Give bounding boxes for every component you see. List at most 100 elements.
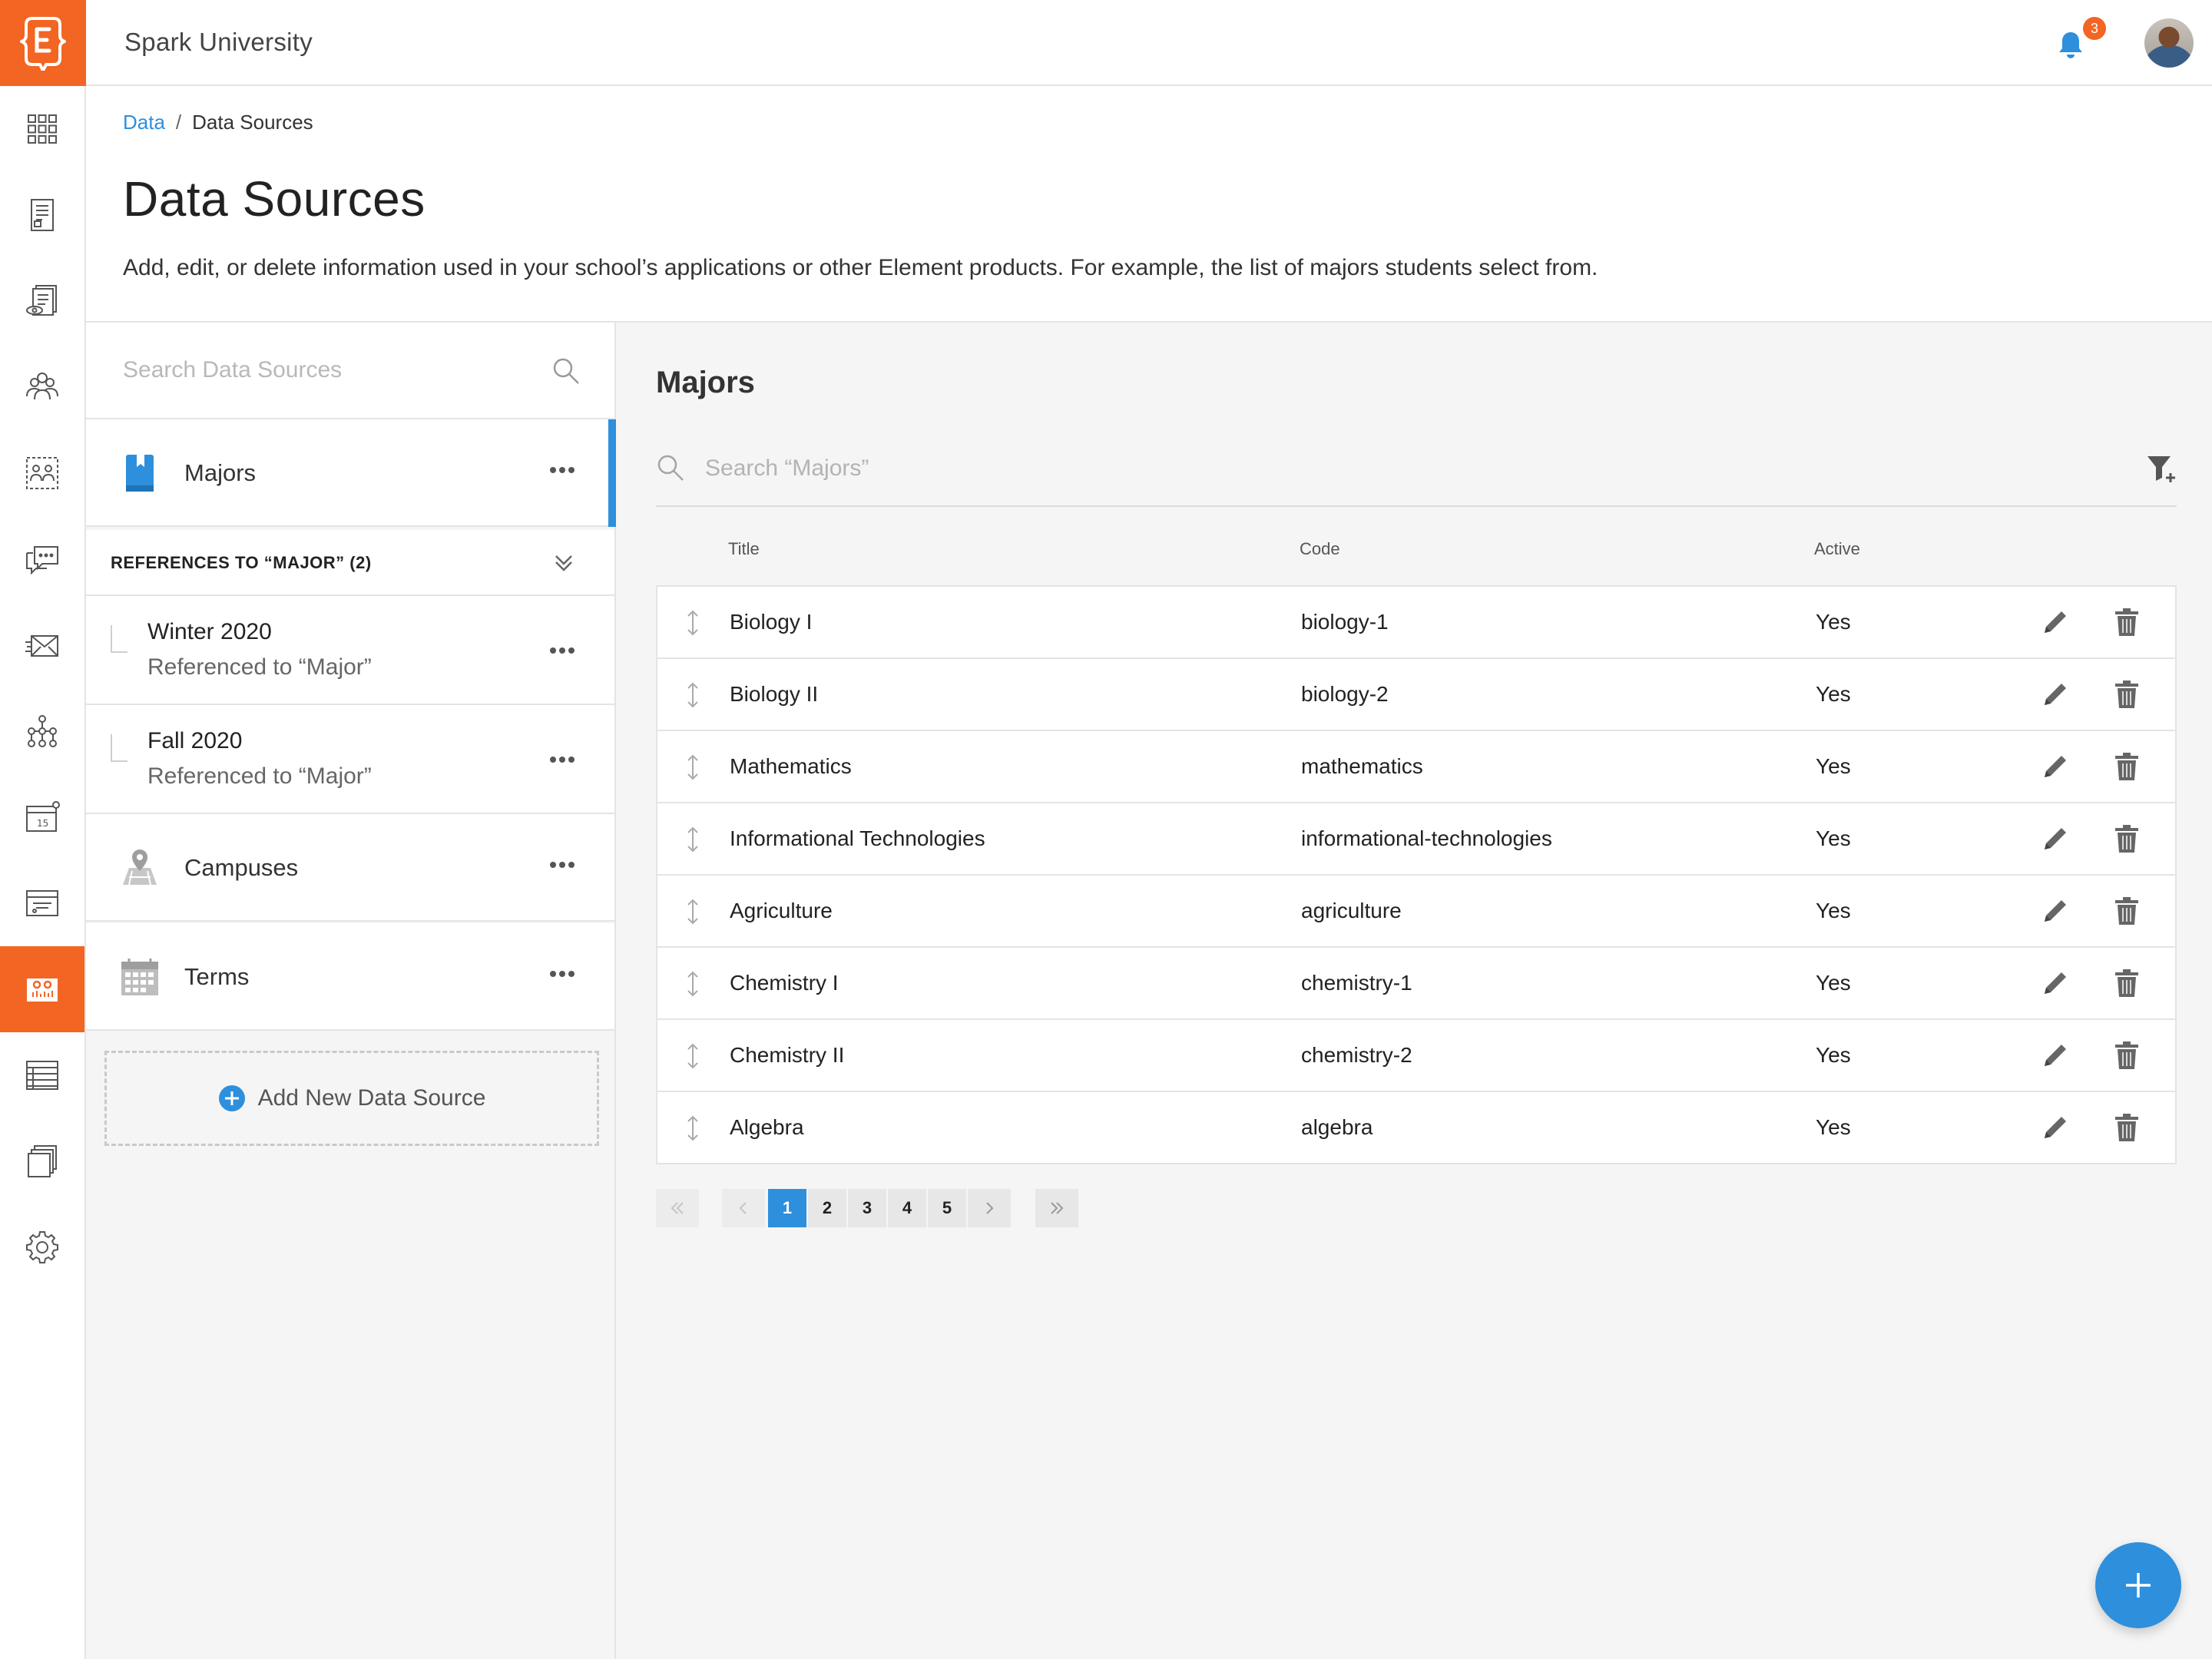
more-options-icon[interactable] [548, 646, 576, 655]
spreadsheet-icon [26, 1061, 58, 1090]
calendar-icon: 15 [26, 801, 60, 832]
org-name: Spark University [124, 28, 313, 56]
more-options-icon[interactable] [548, 969, 576, 979]
delete-trash-icon[interactable] [2114, 825, 2140, 853]
next-page-button[interactable] [968, 1189, 1011, 1227]
reference-item[interactable]: Fall 2020 Referenced to “Major” [86, 705, 614, 814]
last-page-button[interactable] [1035, 1189, 1078, 1227]
page-button-1[interactable]: 1 [768, 1189, 806, 1227]
cell-active: Yes [1816, 899, 1851, 922]
source-item-majors[interactable]: Majors [86, 419, 616, 527]
reference-item[interactable]: Winter 2020 Referenced to “Major” [86, 596, 614, 705]
rail-apps[interactable] [0, 86, 84, 172]
edit-pencil-icon[interactable] [2041, 897, 2069, 925]
page-button-5[interactable]: 5 [928, 1189, 966, 1227]
page-button-3[interactable]: 3 [848, 1189, 886, 1227]
rail-calendar[interactable]: 15 [0, 774, 84, 860]
edit-pencil-icon[interactable] [2041, 969, 2069, 997]
chevron-double-down-icon[interactable] [551, 550, 576, 575]
breadcrumb-data-link[interactable]: Data [123, 111, 165, 134]
previous-page-button[interactable] [722, 1189, 765, 1227]
first-page-button[interactable] [656, 1189, 699, 1227]
panel-title: Majors [656, 366, 755, 399]
edit-pencil-icon[interactable] [2041, 753, 2069, 780]
drag-handle-icon[interactable] [685, 1115, 700, 1141]
drag-handle-icon[interactable] [685, 826, 700, 853]
plus-icon [2126, 1573, 2151, 1598]
rail-review[interactable] [0, 258, 84, 344]
app-logo[interactable] [0, 0, 86, 86]
more-options-icon[interactable] [548, 755, 576, 764]
sources-search-input[interactable] [123, 353, 538, 387]
review-icon [26, 285, 57, 316]
references-header[interactable]: REFERENCES TO “MAJOR” (2) [86, 530, 614, 596]
element-logo-icon [20, 17, 66, 71]
user-avatar[interactable] [2144, 18, 2194, 68]
reference-subtitle: Referenced to “Major” [147, 763, 372, 789]
source-item-terms[interactable]: Terms [86, 923, 614, 1031]
chat-icon [26, 546, 58, 575]
table-row[interactable]: Biology II biology-2 Yes [657, 659, 2175, 731]
rail-mail[interactable] [0, 602, 84, 688]
rail-forms[interactable] [0, 172, 84, 258]
form-icon [31, 199, 54, 231]
drag-handle-icon[interactable] [685, 899, 700, 925]
table-row[interactable]: Biology I biology-1 Yes [657, 587, 2175, 659]
table-row[interactable]: Algebra algebra Yes [657, 1092, 2175, 1164]
cell-title: Biology II [730, 682, 819, 706]
cell-active: Yes [1816, 1115, 1851, 1139]
rail-data-sources[interactable] [0, 946, 84, 1032]
delete-trash-icon[interactable] [2114, 969, 2140, 997]
rail-workflow[interactable] [0, 688, 84, 774]
rail-spreadsheet[interactable] [0, 1032, 84, 1118]
drag-handle-icon[interactable] [685, 754, 700, 780]
rail-messages[interactable] [0, 516, 84, 602]
table-row[interactable]: Chemistry I chemistry-1 Yes [657, 948, 2175, 1020]
edit-pencil-icon[interactable] [2041, 680, 2069, 708]
delete-trash-icon[interactable] [2114, 897, 2140, 925]
reference-subtitle: Referenced to “Major” [147, 654, 372, 680]
search-icon[interactable] [551, 356, 581, 386]
notifications-bell-icon[interactable] [2055, 29, 2086, 60]
edit-pencil-icon[interactable] [2041, 825, 2069, 853]
source-item-campuses[interactable]: Campuses [86, 814, 614, 922]
table-row[interactable]: Informational Technologies informational… [657, 803, 2175, 876]
table-row[interactable]: Chemistry II chemistry-2 Yes [657, 1020, 2175, 1092]
notification-badge: 3 [2083, 17, 2106, 40]
source-label: Campuses [184, 854, 299, 881]
edit-pencil-icon[interactable] [2041, 608, 2069, 636]
drag-handle-icon[interactable] [685, 610, 700, 636]
drag-handle-icon[interactable] [685, 971, 700, 997]
cell-code: agriculture [1301, 899, 1402, 922]
delete-trash-icon[interactable] [2114, 1114, 2140, 1141]
more-options-icon[interactable] [548, 860, 576, 869]
column-header-active[interactable]: Active [1814, 539, 1860, 559]
more-options-icon[interactable] [548, 465, 576, 475]
page-button-2[interactable]: 2 [808, 1189, 846, 1227]
add-new-data-source-button[interactable]: Add New Data Source [104, 1051, 599, 1146]
rail-groups[interactable] [0, 430, 84, 516]
table-row[interactable]: Agriculture agriculture Yes [657, 876, 2175, 948]
delete-trash-icon[interactable] [2114, 608, 2140, 636]
delete-trash-icon[interactable] [2114, 753, 2140, 780]
column-header-title[interactable]: Title [728, 539, 760, 559]
tree-connector [111, 734, 127, 762]
rail-settings[interactable] [0, 1204, 84, 1290]
page-button-4[interactable]: 4 [888, 1189, 926, 1227]
edit-pencil-icon[interactable] [2041, 1114, 2069, 1141]
rail-documents[interactable] [0, 1118, 84, 1204]
drag-handle-icon[interactable] [685, 1043, 700, 1069]
add-new-data-source-label: Add New Data Source [257, 1085, 486, 1111]
delete-trash-icon[interactable] [2114, 680, 2140, 708]
edit-pencil-icon[interactable] [2041, 1041, 2069, 1069]
majors-search-input[interactable] [705, 452, 2011, 485]
rail-filters[interactable] [0, 860, 84, 946]
table-row[interactable]: Mathematics mathematics Yes [657, 731, 2175, 803]
column-header-code[interactable]: Code [1300, 539, 1340, 559]
drag-handle-icon[interactable] [685, 682, 700, 708]
sources-search-bar [86, 323, 614, 419]
rail-people[interactable] [0, 344, 84, 430]
add-item-fab[interactable] [2095, 1542, 2181, 1628]
delete-trash-icon[interactable] [2114, 1041, 2140, 1069]
add-filter-icon[interactable] [2146, 453, 2177, 484]
